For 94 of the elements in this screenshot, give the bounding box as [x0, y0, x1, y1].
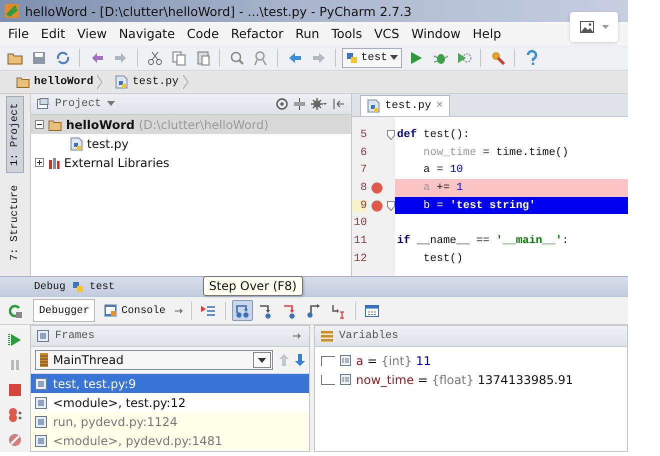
stack-frame[interactable]: <module>, test.py:12 [53, 396, 186, 410]
variable-entry[interactable]: a = {int} 11 [356, 354, 432, 368]
folder-path: (D:\clutter\helloWord) [138, 118, 269, 132]
folder-icon [16, 76, 30, 88]
code-line: b = 'test string' [422, 200, 536, 212]
editor-tab[interactable]: test.py × [360, 95, 450, 116]
collapse-all-icon [294, 98, 305, 110]
python-file-icon [115, 75, 128, 89]
thread-icon [39, 353, 49, 367]
console-icon [104, 304, 118, 317]
line-number: 8 [359, 182, 367, 194]
tooltip: Step Over (F8) [203, 276, 303, 296]
python-icon [72, 281, 84, 293]
tool-window-tab[interactable]: 1: Project [6, 96, 24, 174]
debugger-tab[interactable]: Console [98, 299, 172, 322]
menu-item[interactable]: Code [180, 26, 225, 41]
chevron-icon [97, 75, 104, 89]
variable-entry[interactable]: now_time = {float} 1374133985.91 [356, 372, 574, 386]
frame-icon [35, 434, 47, 446]
caret-icon [107, 101, 116, 107]
tree-line-icon [321, 356, 335, 366]
frame-icon [35, 396, 47, 408]
locate-icon [276, 98, 288, 110]
code-line: if __name__ == '__main__': [397, 234, 569, 247]
panel-title[interactable]: Project [55, 98, 102, 110]
window-title: helloWord - [D:\clutter\helloWord] - ...\test.py - PyCharm 2.7.3 [25, 4, 412, 18]
panel-title: Frames [55, 330, 95, 342]
tree-item[interactable]: External Libraries [64, 156, 170, 170]
python-file-icon [367, 99, 380, 113]
menu-item[interactable]: Edit [34, 26, 72, 41]
up-arrow-icon [279, 354, 289, 366]
step-over-icon[interactable] [232, 300, 253, 321]
image-menu-button[interactable] [570, 12, 618, 42]
code-line: test() [422, 252, 464, 265]
tab-label[interactable]: test.py [385, 100, 432, 112]
line-number: 5 [359, 128, 367, 141]
line-number: 9 [352, 200, 367, 212]
menu-item[interactable]: View [71, 26, 113, 41]
python-file-icon [70, 136, 83, 150]
menu-item[interactable]: Run [289, 26, 326, 41]
fold-marker-icon[interactable] [387, 130, 395, 140]
variables-icon [321, 330, 333, 342]
panel-title: Debug [34, 281, 66, 293]
panel-title: Variables [339, 330, 398, 342]
tool-window-tab[interactable]: 7: Structure [7, 179, 23, 267]
menu-item[interactable]: File [2, 26, 35, 41]
line-number: 7 [359, 164, 367, 176]
fold-marker-icon[interactable] [387, 200, 395, 211]
variable-icon [340, 355, 351, 366]
tree-line-icon [321, 374, 335, 384]
frame-icon [35, 416, 47, 428]
menu-item[interactable]: Refactor [224, 26, 290, 41]
code-line: def test(): [397, 128, 470, 141]
line-number: 6 [359, 146, 367, 159]
code-line: now_time = time.time() [422, 146, 569, 159]
breadcrumb-item[interactable]: helloWord [34, 76, 94, 88]
collapse-toggle[interactable] [35, 120, 44, 129]
variable-icon [340, 374, 351, 385]
image-icon [580, 21, 594, 33]
line-number: 11 [352, 234, 367, 247]
debug-session-label[interactable]: test [90, 281, 115, 293]
caret-icon [390, 54, 398, 60]
caret-icon [602, 25, 608, 29]
breadcrumb-item[interactable]: test.py [132, 76, 179, 88]
frame-icon [35, 378, 47, 390]
thread-dropdown[interactable]: MainThread [35, 350, 273, 370]
debugger-tab[interactable]: Debugger [33, 299, 96, 322]
line-number: 12 [352, 252, 367, 265]
project-view-icon [37, 98, 49, 110]
code-line: a = 10 [422, 164, 464, 176]
run-configuration-dropdown[interactable]: test [342, 48, 402, 68]
tree-item[interactable]: test.py [87, 136, 129, 150]
menu-item[interactable]: Help [466, 26, 508, 41]
code-line: a += 1 [422, 182, 464, 194]
hide-panel-icon [333, 98, 345, 110]
app-logo-icon [4, 3, 20, 19]
frame-icon [37, 330, 49, 342]
close-button[interactable]: × [436, 100, 443, 112]
menu-item[interactable]: Tools [325, 26, 368, 41]
breakpoint-icon[interactable] [371, 200, 383, 212]
caret-icon [258, 358, 266, 362]
tree-item[interactable]: helloWord [66, 118, 135, 132]
line-number: 10 [352, 217, 367, 230]
breakpoint-icon[interactable] [371, 182, 383, 194]
library-icon [48, 156, 60, 168]
menu-item[interactable]: Navigate [112, 26, 181, 41]
gear-icon [311, 98, 327, 110]
folder-icon [48, 118, 62, 130]
down-arrow-icon [295, 354, 305, 366]
python-icon [346, 52, 358, 64]
chevron-icon [182, 75, 189, 89]
menu-item[interactable]: Window [405, 26, 467, 41]
menu-item[interactable]: VCS [368, 26, 406, 41]
expand-toggle[interactable] [35, 158, 44, 167]
